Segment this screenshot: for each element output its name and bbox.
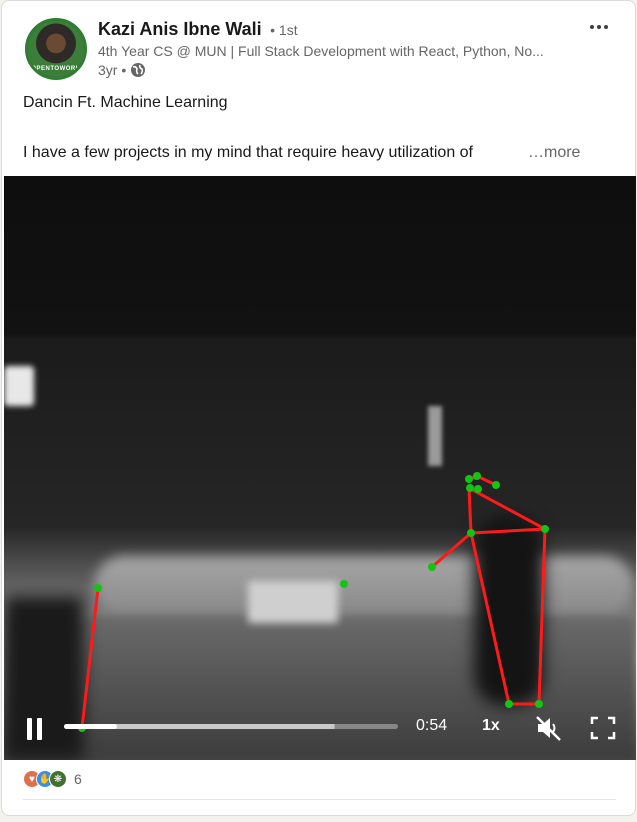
video-progress-fill — [64, 724, 118, 729]
post-meta: 3yr • — [98, 62, 146, 78]
pose-bones — [80, 474, 547, 729]
fullscreen-icon[interactable] — [590, 716, 616, 740]
video-time: 0:54 — [416, 717, 448, 734]
feed-post-card: OPENTOWORK Kazi Anis Ibne Wali • 1st 4th… — [1, 0, 636, 816]
video-controls: 0:54 1x — [4, 698, 636, 760]
pose-joints — [78, 472, 549, 732]
reactions-summary[interactable]: ♥ ✋ ❋ 6 — [23, 770, 82, 788]
author-headline[interactable]: 4th Year CS @ MUN | Full Stack Developme… — [98, 43, 568, 59]
reaction-count: 6 — [74, 771, 82, 787]
playback-speed-button[interactable]: 1x — [482, 717, 500, 735]
video-progress-bar[interactable] — [64, 724, 398, 729]
author-name[interactable]: Kazi Anis Ibne Wali — [98, 19, 262, 39]
post-age: 3yr • — [98, 62, 127, 78]
see-more-button[interactable]: …more — [528, 144, 580, 162]
author-avatar[interactable]: OPENTOWORK — [25, 18, 87, 80]
author-name-row: Kazi Anis Ibne Wali • 1st — [98, 19, 298, 43]
video-player[interactable]: 0:54 1x — [4, 176, 636, 760]
globe-icon — [131, 63, 146, 77]
post-excerpt: I have a few projects in my mind that re… — [23, 144, 473, 161]
post-title: Dancin Ft. Machine Learning — [23, 94, 228, 111]
pause-icon[interactable] — [24, 718, 48, 742]
pose-skeleton-overlay — [78, 472, 549, 732]
divider — [23, 799, 616, 800]
open-to-work-badge: OPENTOWORK — [31, 66, 81, 72]
more-horizontal-icon[interactable] — [583, 11, 615, 43]
connection-degree: • 1st — [270, 22, 298, 38]
volume-muted-icon[interactable] — [534, 714, 562, 742]
insightful-icon: ❋ — [49, 770, 67, 788]
